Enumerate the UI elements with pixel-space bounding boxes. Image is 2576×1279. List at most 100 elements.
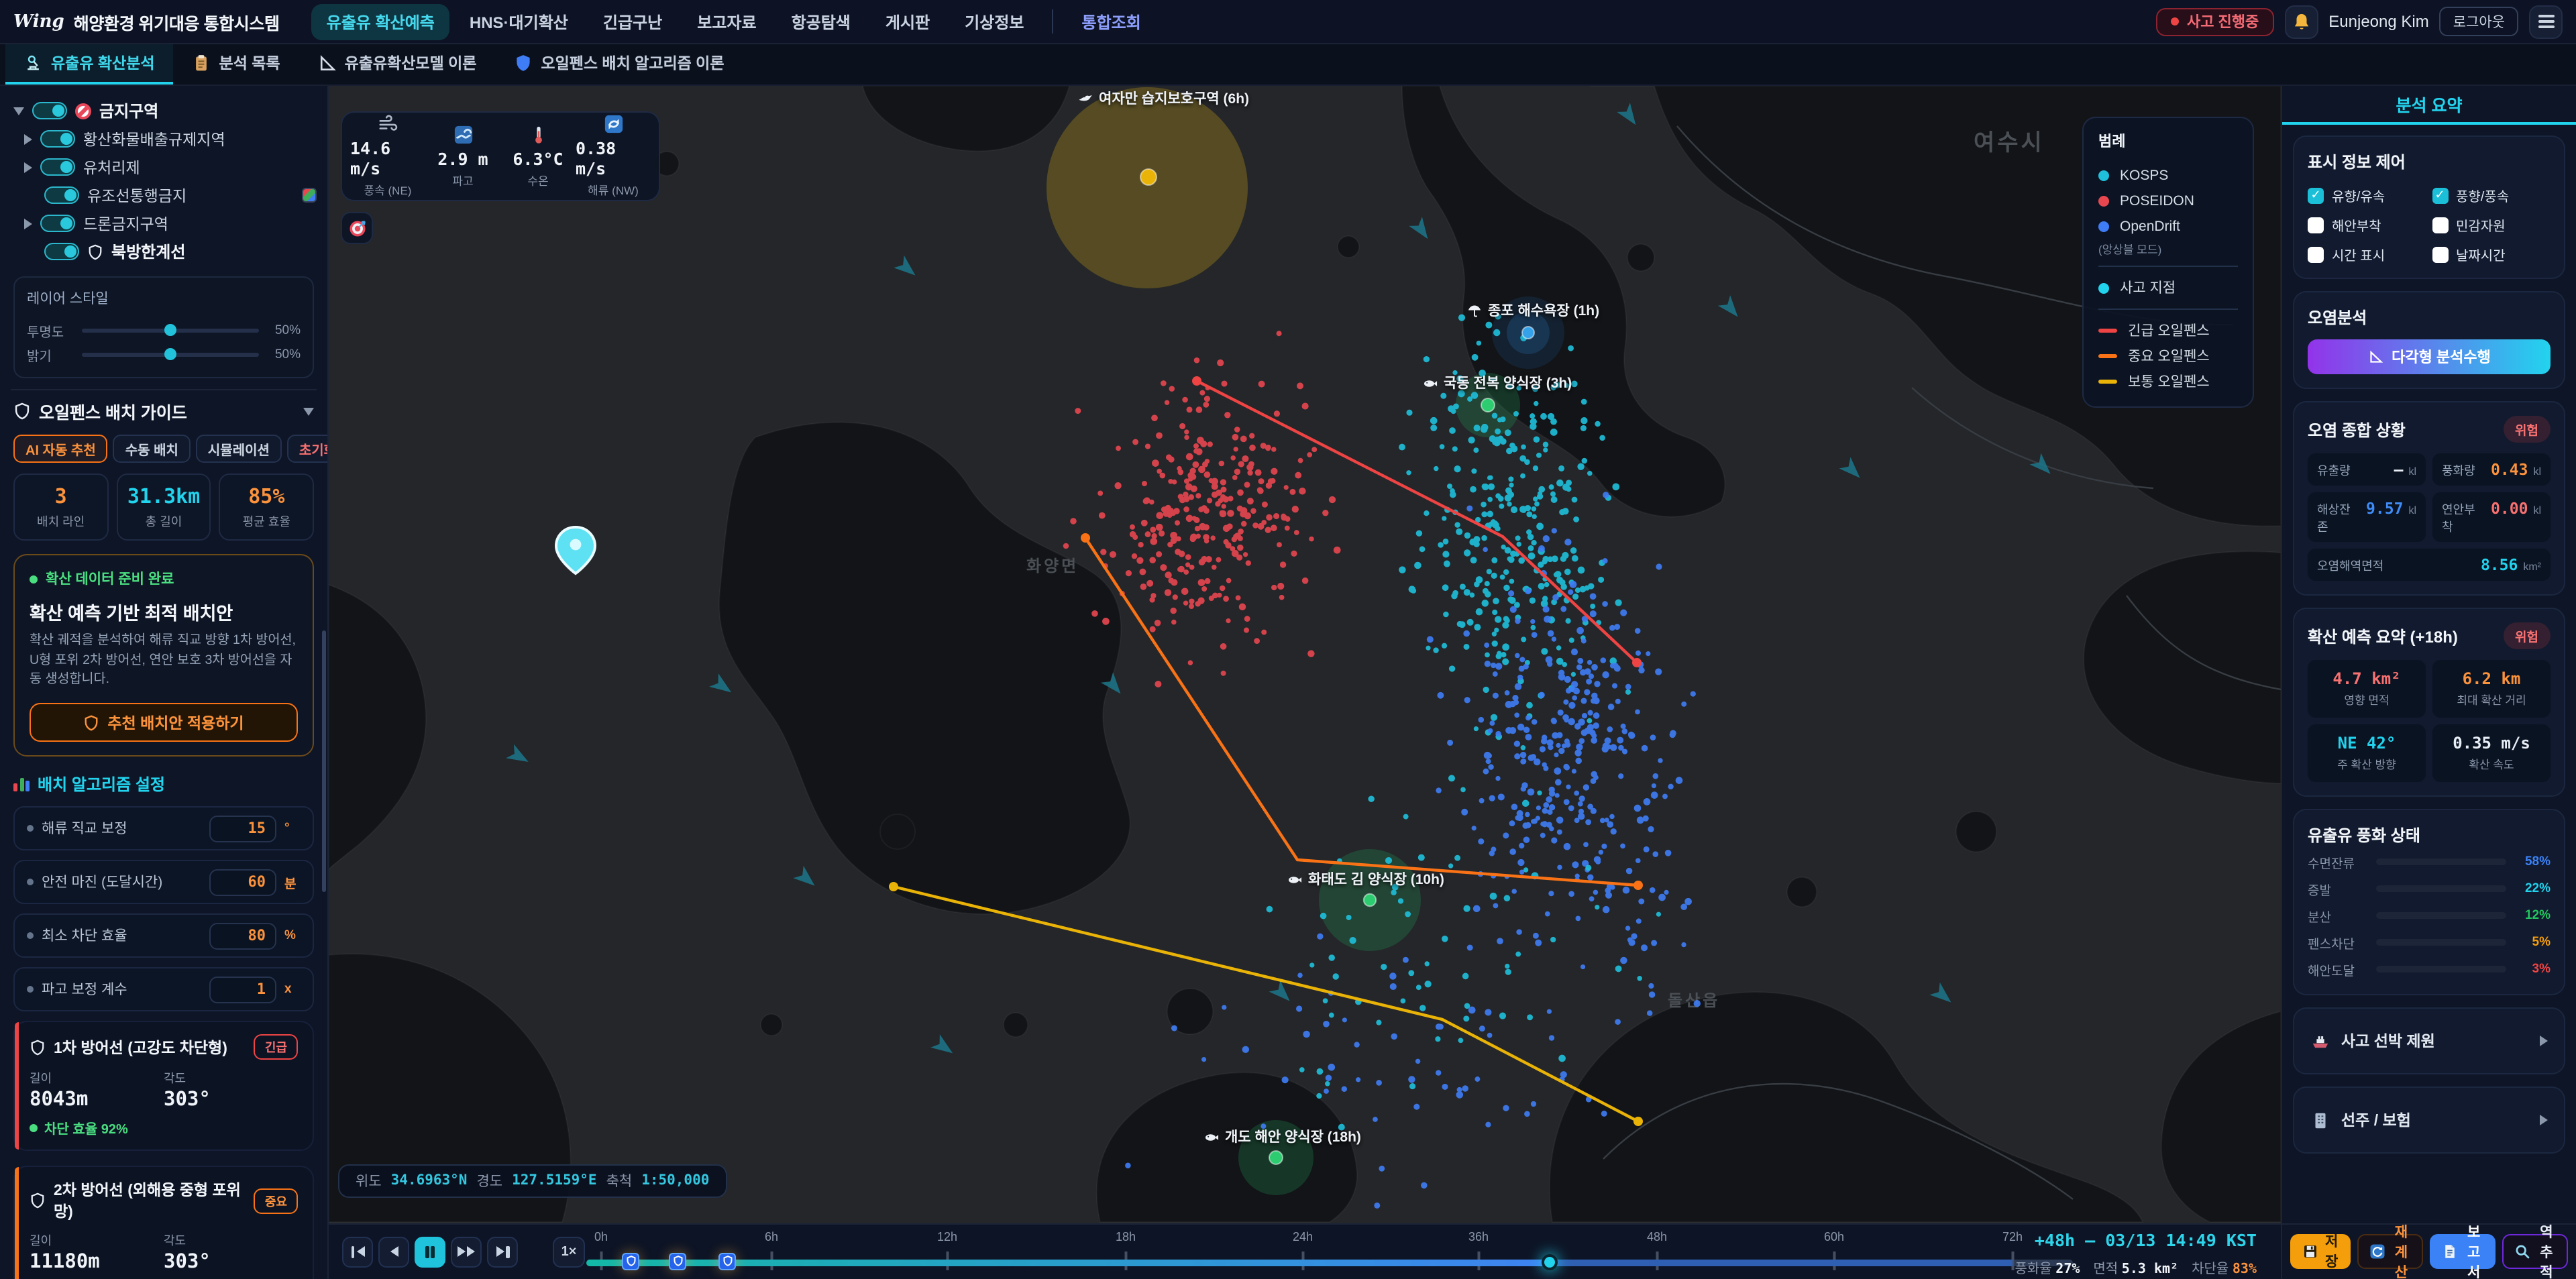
layer-label[interactable]: 유조선통행금지 <box>87 184 186 206</box>
layer-toggle[interactable] <box>44 243 79 260</box>
nav-item-1[interactable]: HNS·대기확산 <box>455 3 583 40</box>
fence-mode-3[interactable]: 초기화 <box>287 435 329 463</box>
timeline-tick-label: 72h <box>2002 1229 2023 1243</box>
risk-badge: 위험 <box>2503 416 2551 443</box>
display-checkbox-3[interactable]: 민감자원 <box>2432 215 2551 235</box>
tab-2[interactable]: 유출유확산모델 이론 <box>299 44 496 85</box>
apply-plan-button[interactable]: 추천 배치안 적용하기 <box>30 703 298 742</box>
sidebar-scrollbar[interactable] <box>322 630 326 892</box>
pollution-analysis-title: 오염분석 <box>2308 306 2551 329</box>
setting-input[interactable]: 15 <box>209 815 276 842</box>
fence-deploy-marker-1[interactable] <box>669 1252 686 1270</box>
recalculate-button[interactable]: 재계산 <box>2357 1234 2422 1269</box>
layer-label[interactable]: 황산화물배출규제지역 <box>83 128 225 150</box>
chevron-down-icon[interactable] <box>13 107 24 115</box>
slider-knob[interactable] <box>164 348 176 360</box>
chevron-right-icon[interactable] <box>24 133 32 144</box>
collapsed-header-1[interactable]: 선주 / 보험 <box>2308 1101 2551 1139</box>
layer-label[interactable]: 금지구역 <box>99 99 158 122</box>
checkbox-label: 시간 표시 <box>2332 244 2385 264</box>
display-checkbox-2[interactable]: 해안부착 <box>2308 215 2426 235</box>
locate-incident-button[interactable] <box>341 212 373 244</box>
display-checkbox-4[interactable]: 시간 표시 <box>2308 244 2426 264</box>
defense-line-list: 1차 방어선 (고강도 차단형)긴급길이8043m각도303°차단 효율 92%… <box>11 1021 317 1279</box>
fence-mode-0[interactable]: AI 자동 추천 <box>13 435 108 463</box>
action-label: 보고서 <box>2465 1221 2483 1279</box>
fence-stat-label: 총 길이 <box>146 512 182 530</box>
collapsed-header-0[interactable]: 사고 선박 제원 <box>2308 1022 2551 1060</box>
slider-track[interactable] <box>82 328 259 332</box>
svg-text:돌산읍: 돌산읍 <box>1668 992 1720 1010</box>
chevron-right-icon[interactable] <box>24 162 32 172</box>
metric-label: 연안부착 <box>2442 500 2485 535</box>
backtrack-button[interactable]: 역추적 <box>2502 1234 2568 1269</box>
setting-input[interactable]: 60 <box>209 869 276 895</box>
display-checkbox-5[interactable]: 날짜시간 <box>2432 244 2551 264</box>
nav-item-5[interactable]: 게시판 <box>871 3 945 40</box>
shield-icon <box>87 243 103 260</box>
nav-item-6[interactable]: 기상정보 <box>950 3 1038 40</box>
defense-line-title: 1차 방어선 (고강도 차단형) <box>54 1036 246 1058</box>
defense-metric: 길이8043m <box>30 1069 164 1111</box>
layer-label[interactable]: 유처리제 <box>83 156 140 178</box>
fence-guide-header[interactable]: 오일펜스 배치 가이드 <box>13 398 314 424</box>
slider-knob[interactable] <box>164 324 176 336</box>
tab-3[interactable]: 오일펜스 배치 알고리즘 이론 <box>495 44 743 85</box>
layer-label[interactable]: 드론금지구역 <box>83 213 168 234</box>
display-control-title: 표시 정보 제어 <box>2308 150 2551 173</box>
logout-button[interactable]: 로그아웃 <box>2440 7 2518 36</box>
chevron-right-icon[interactable] <box>24 218 32 229</box>
layer-toggle[interactable] <box>40 130 75 148</box>
fast-forward-button[interactable] <box>451 1236 482 1267</box>
step-back-button[interactable] <box>378 1236 409 1267</box>
nav-item-2[interactable]: 긴급구난 <box>588 3 677 40</box>
menu-button[interactable] <box>2529 5 2563 38</box>
setting-input[interactable]: 80 <box>209 922 276 949</box>
bar-value: 58% <box>2516 854 2551 869</box>
legend-model-0: KOSPS <box>2098 162 2238 188</box>
playback-speed-button[interactable]: 1× <box>553 1236 585 1267</box>
report-button[interactable]: 보고서 <box>2430 1234 2496 1269</box>
checkbox-label: 날짜시간 <box>2456 244 2506 264</box>
fence-deploy-marker-2[interactable] <box>718 1252 736 1270</box>
polygon-analysis-button[interactable]: 다각형 분석수행 <box>2308 339 2551 374</box>
save-icon <box>2302 1243 2318 1260</box>
layer-toggle[interactable] <box>40 158 75 176</box>
tab-1[interactable]: 분석 목록 <box>174 44 299 85</box>
weathering-bar-4: 해안도달3% <box>2308 958 2551 981</box>
nav-item-3[interactable]: 보고자료 <box>682 3 771 40</box>
slider-track[interactable] <box>82 352 259 356</box>
legend-title: 범례 <box>2098 130 2238 152</box>
display-checkbox-0[interactable]: ✓유향/유속 <box>2308 185 2426 205</box>
fence-deploy-marker-0[interactable] <box>622 1252 639 1270</box>
fence-mode-2[interactable]: 시뮬레이션 <box>196 435 282 463</box>
timeline-playhead[interactable] <box>1542 1254 1558 1270</box>
nav-item-0[interactable]: 유출유 확산예측 <box>312 3 449 40</box>
nav-item-4[interactable]: 항공탐색 <box>777 3 865 40</box>
layer-toggle[interactable] <box>44 186 79 204</box>
algo-settings-list: 해류 직교 보정15°안전 마진 (도달시간)60분최소 차단 효율80%파고 … <box>11 806 317 1011</box>
nav-item-7[interactable]: 통합조회 <box>1067 3 1156 40</box>
skip-end-button[interactable] <box>487 1236 518 1267</box>
chevron-down-icon[interactable] <box>303 407 314 415</box>
save-button[interactable]: 저장 <box>2290 1234 2350 1269</box>
layer-label[interactable]: 북방한계선 <box>111 240 185 263</box>
analysis-summary-panel: 분석 요약 표시 정보 제어✓유향/유속✓풍향/풍속해안부착민감자원시간 표시날… <box>2281 86 2576 1279</box>
setting-input[interactable]: 1 <box>209 976 276 1003</box>
notifications-button[interactable] <box>2284 5 2318 38</box>
palette-icon[interactable] <box>302 188 317 203</box>
tab-0[interactable]: 유출유 확산분석 <box>5 44 174 85</box>
weather-value: 14.6 m/s <box>350 138 425 178</box>
fence-mode-1[interactable]: 수동 배치 <box>113 435 191 463</box>
pause-button[interactable] <box>415 1236 445 1267</box>
metric-value: 11180m <box>30 1252 164 1273</box>
legend-dot <box>2098 170 2109 180</box>
bird-icon <box>1077 91 1093 107</box>
map-canvas[interactable]: 여수시화양면돌산읍 14.6 m/s풍속 (NE)2.9 m파고6.3°C수온0… <box>329 86 2281 1223</box>
timeline-tick-label: 60h <box>1824 1229 1844 1243</box>
display-checkbox-1[interactable]: ✓풍향/풍속 <box>2432 185 2551 205</box>
layer-toggle[interactable] <box>32 102 67 119</box>
skip-start-button[interactable] <box>342 1236 373 1267</box>
layer-toggle[interactable] <box>40 215 75 232</box>
bar-track <box>2376 859 2506 865</box>
